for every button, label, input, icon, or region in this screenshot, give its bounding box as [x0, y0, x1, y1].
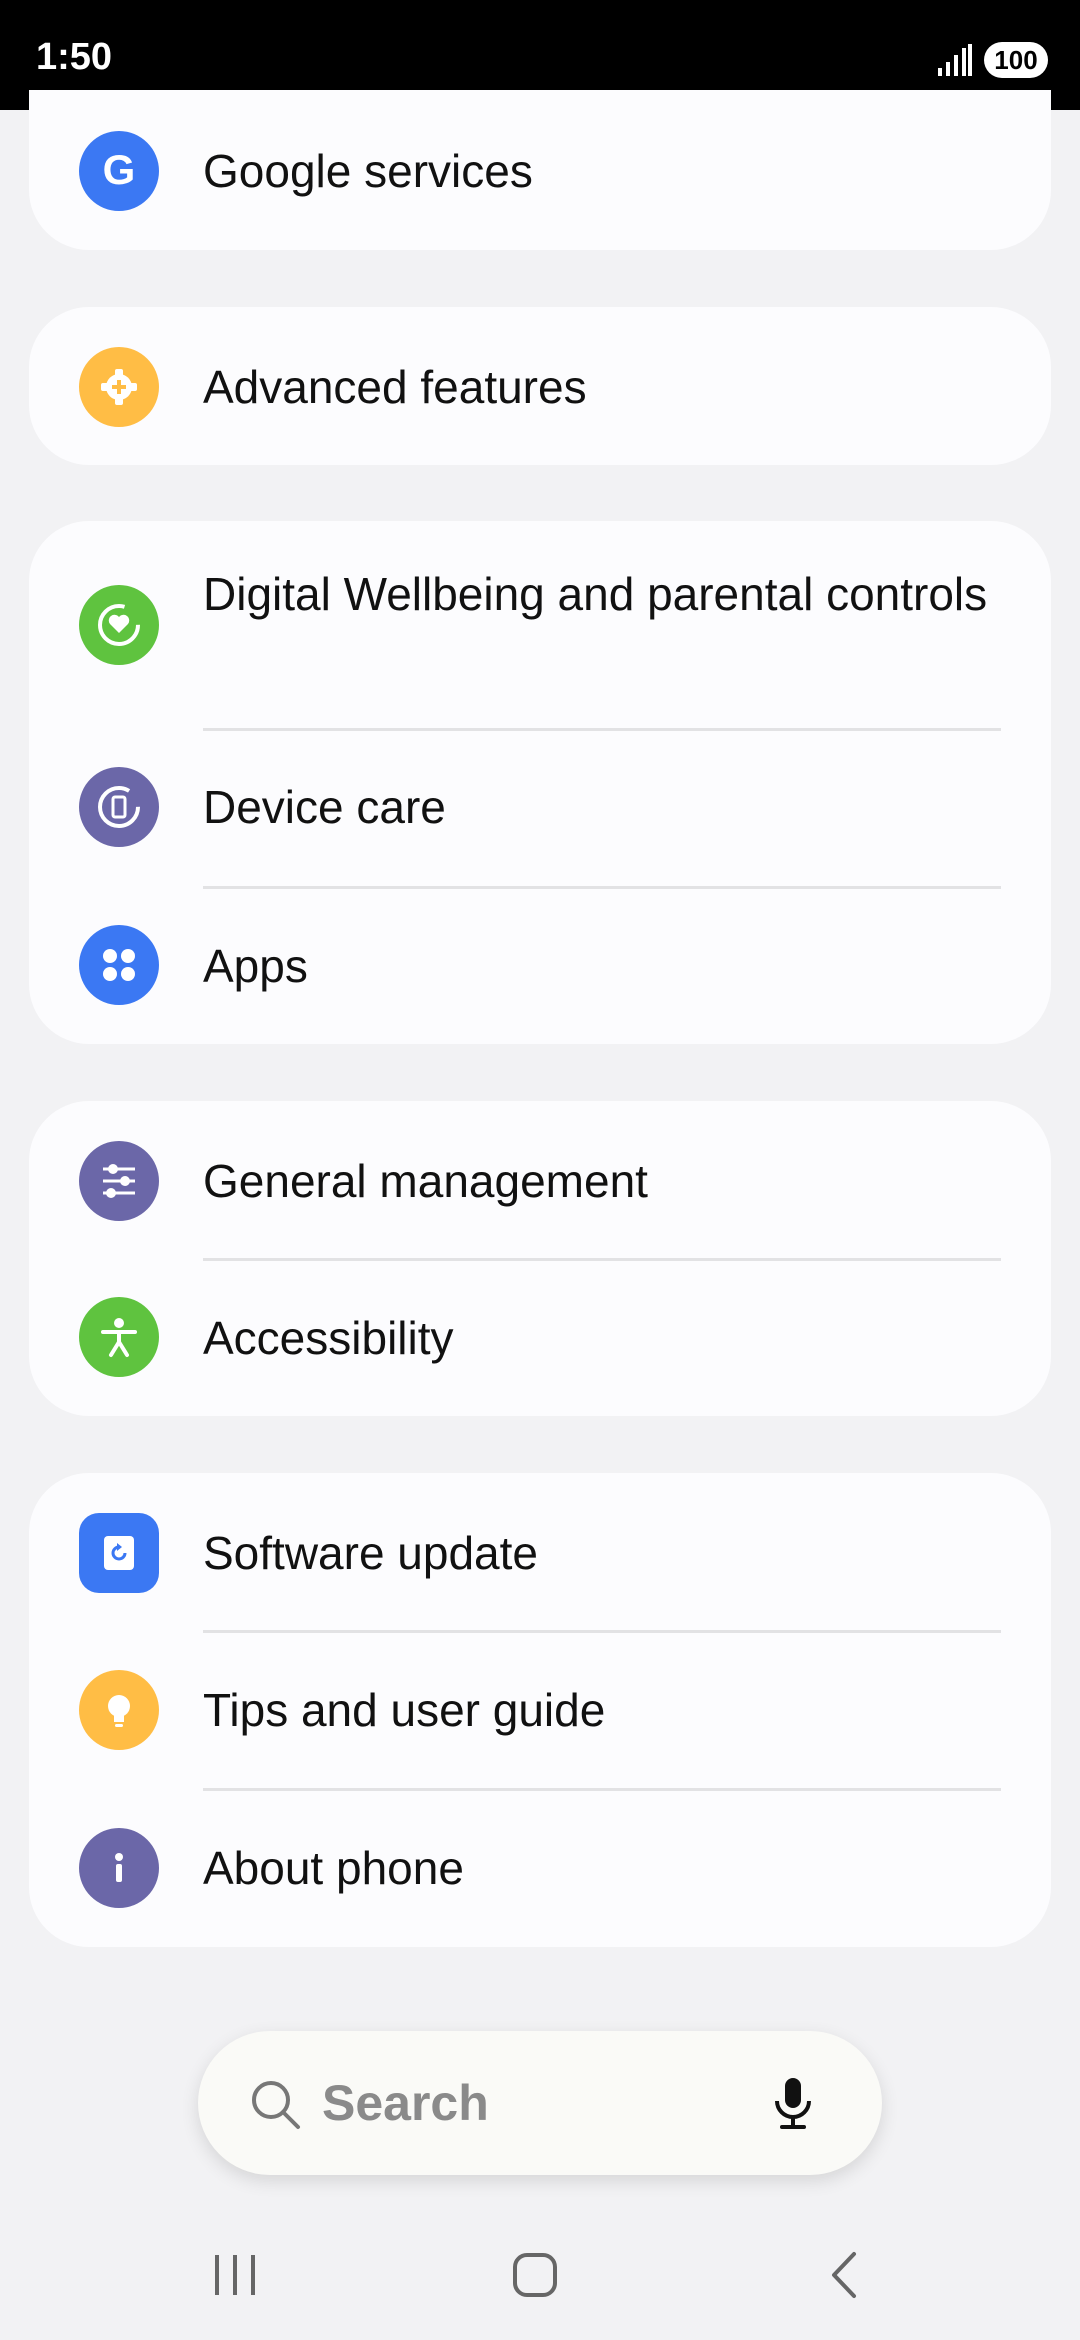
setting-label: General management [203, 1155, 648, 1207]
search-placeholder: Search [322, 2075, 489, 2131]
setting-general-management[interactable]: General management [29, 1101, 1051, 1259]
setting-accessibility[interactable]: Accessibility [29, 1260, 1051, 1416]
back-icon[interactable] [820, 2250, 870, 2300]
setting-label: Device care [203, 781, 446, 833]
setting-label: About phone [203, 1842, 464, 1894]
info-icon [79, 1828, 159, 1908]
setting-label: Digital Wellbeing and parental controls [203, 568, 988, 620]
setting-software-update[interactable]: Software update [29, 1473, 1051, 1631]
setting-label: Apps [203, 940, 308, 992]
home-icon[interactable] [510, 2250, 560, 2300]
wellbeing-apps-card: Digital Wellbeing and parental controls … [29, 521, 1051, 1044]
google-g-icon: G [79, 131, 159, 211]
google-services-card: G Google services [29, 90, 1051, 250]
lightbulb-icon [79, 1670, 159, 1750]
setting-label: Google services [203, 145, 533, 197]
search-icon [252, 2081, 300, 2129]
general-card: General management Accessibility [29, 1101, 1051, 1416]
accessibility-person-icon [79, 1297, 159, 1377]
status-time: 1:50 [36, 36, 113, 78]
recent-apps-icon[interactable] [210, 2250, 260, 2300]
setting-digital-wellbeing[interactable]: Digital Wellbeing and parental controls [29, 521, 1051, 729]
setting-apps[interactable]: Apps [29, 888, 1051, 1044]
advanced-features-card: Advanced features [29, 307, 1051, 465]
setting-tips[interactable]: Tips and user guide [29, 1632, 1051, 1789]
battery-indicator: 100 [984, 42, 1048, 78]
setting-label: Software update [203, 1527, 539, 1579]
setting-advanced-features[interactable]: Advanced features [29, 307, 1051, 465]
microphone-icon[interactable] [768, 2075, 818, 2133]
software-update-icon [79, 1513, 159, 1593]
apps-grid-icon [79, 925, 159, 1005]
setting-device-care[interactable]: Device care [29, 730, 1051, 887]
heart-circle-icon [79, 585, 159, 665]
sliders-icon [79, 1141, 159, 1221]
svg-text:G: G [103, 148, 136, 193]
setting-label: Advanced features [203, 361, 587, 413]
navigation-bar [0, 2200, 1080, 2340]
device-care-icon [79, 767, 159, 847]
setting-label: Accessibility [203, 1312, 454, 1364]
setting-google-services[interactable]: G Google services [29, 90, 1051, 250]
gear-plus-icon [79, 347, 159, 427]
signal-icon [938, 44, 972, 76]
search-bar[interactable]: Search [198, 2031, 882, 2175]
setting-label: Tips and user guide [203, 1684, 606, 1736]
support-card: Software update Tips and user guide Abou… [29, 1473, 1051, 1947]
setting-about-phone[interactable]: About phone [29, 1790, 1051, 1947]
